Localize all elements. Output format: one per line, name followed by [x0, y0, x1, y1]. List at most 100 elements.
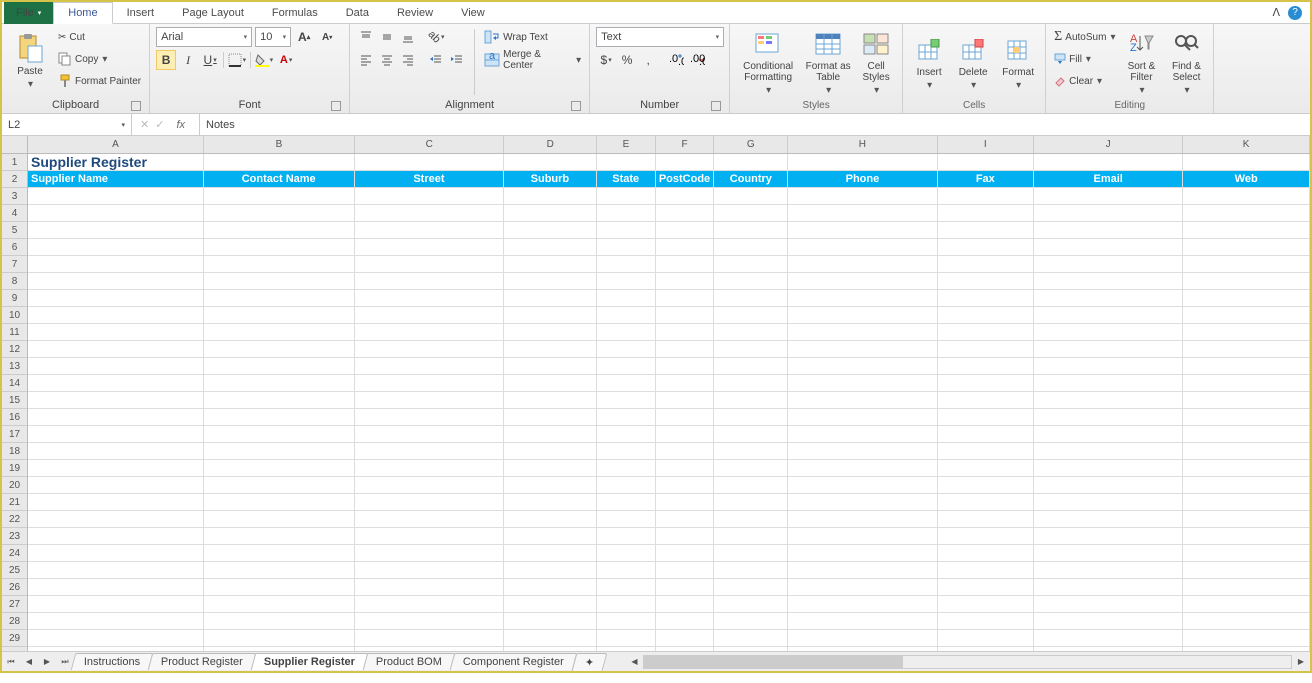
- cell[interactable]: [1034, 494, 1183, 511]
- cell[interactable]: [1183, 290, 1310, 307]
- font-dialog-launcher[interactable]: [331, 101, 341, 111]
- cell[interactable]: [597, 154, 656, 171]
- cell[interactable]: [788, 256, 937, 273]
- cell[interactable]: [355, 443, 504, 460]
- cell[interactable]: [1034, 477, 1183, 494]
- cell[interactable]: [504, 409, 597, 426]
- paste-button[interactable]: Paste▾: [8, 27, 52, 97]
- cell[interactable]: [597, 528, 656, 545]
- cell[interactable]: [656, 613, 715, 630]
- align-left-icon[interactable]: [356, 50, 376, 70]
- cell[interactable]: [504, 562, 597, 579]
- cell[interactable]: [714, 290, 788, 307]
- cell[interactable]: [656, 307, 715, 324]
- cell[interactable]: [714, 460, 788, 477]
- cell[interactable]: [1034, 341, 1183, 358]
- cell[interactable]: [656, 477, 715, 494]
- cell[interactable]: [204, 494, 355, 511]
- cell[interactable]: [1183, 307, 1310, 324]
- cell[interactable]: [355, 494, 504, 511]
- cell[interactable]: [1183, 545, 1310, 562]
- cell[interactable]: [788, 494, 937, 511]
- cell[interactable]: [355, 630, 504, 647]
- cell[interactable]: [355, 154, 504, 171]
- cell[interactable]: Supplier Name: [28, 171, 204, 188]
- cell[interactable]: [1034, 188, 1183, 205]
- cell[interactable]: [28, 273, 204, 290]
- row-header[interactable]: 6: [2, 239, 27, 256]
- column-header[interactable]: I: [938, 136, 1034, 153]
- column-header[interactable]: B: [204, 136, 355, 153]
- insert-cells-button[interactable]: Insert▾: [909, 27, 949, 98]
- cell[interactable]: [204, 239, 355, 256]
- cell[interactable]: [504, 154, 597, 171]
- cell[interactable]: [938, 307, 1035, 324]
- cell[interactable]: [597, 613, 656, 630]
- cell[interactable]: [1183, 562, 1310, 579]
- cell[interactable]: [28, 443, 204, 460]
- sheet-tab[interactable]: Component Register: [450, 653, 577, 670]
- currency-icon[interactable]: $▾: [596, 50, 616, 70]
- increase-decimal-icon[interactable]: .0.00: [666, 50, 686, 70]
- sheet-nav-prev-icon[interactable]: ◀: [20, 653, 38, 671]
- cell[interactable]: [1034, 375, 1183, 392]
- cell[interactable]: [1034, 307, 1183, 324]
- cell[interactable]: [938, 511, 1035, 528]
- cell[interactable]: [1183, 426, 1310, 443]
- cell[interactable]: [1034, 596, 1183, 613]
- cell[interactable]: [204, 222, 355, 239]
- cell[interactable]: [204, 392, 355, 409]
- cell[interactable]: [938, 222, 1035, 239]
- cell[interactable]: [1183, 273, 1310, 290]
- cell[interactable]: [1034, 630, 1183, 647]
- cell[interactable]: [204, 528, 355, 545]
- cell[interactable]: [28, 375, 204, 392]
- column-header[interactable]: H: [788, 136, 937, 153]
- fill-color-button[interactable]: ▾: [254, 50, 274, 70]
- cell[interactable]: [355, 341, 504, 358]
- cell[interactable]: [504, 273, 597, 290]
- cell[interactable]: [656, 511, 715, 528]
- cell-styles-button[interactable]: Cell Styles▾: [856, 27, 896, 98]
- cell[interactable]: [1034, 273, 1183, 290]
- cell[interactable]: [204, 613, 355, 630]
- cell[interactable]: [1183, 460, 1310, 477]
- row-header[interactable]: 8: [2, 273, 27, 290]
- cell[interactable]: [1183, 375, 1310, 392]
- cell[interactable]: [714, 239, 788, 256]
- row-header[interactable]: 2: [2, 171, 27, 188]
- cell[interactable]: [714, 154, 788, 171]
- cell[interactable]: [355, 205, 504, 222]
- row-header[interactable]: 18: [2, 443, 27, 460]
- underline-button[interactable]: U▾: [200, 50, 220, 70]
- cell[interactable]: Street: [355, 171, 504, 188]
- cell[interactable]: [714, 205, 788, 222]
- cell[interactable]: [28, 307, 204, 324]
- row-header[interactable]: 13: [2, 358, 27, 375]
- cell[interactable]: [788, 562, 937, 579]
- cell[interactable]: [355, 358, 504, 375]
- cell[interactable]: [714, 494, 788, 511]
- clipboard-dialog-launcher[interactable]: [131, 101, 141, 111]
- cell[interactable]: [204, 375, 355, 392]
- cell[interactable]: [938, 596, 1035, 613]
- cell[interactable]: [1034, 647, 1183, 651]
- cell[interactable]: [714, 613, 788, 630]
- cell[interactable]: [938, 528, 1035, 545]
- column-header[interactable]: A: [28, 136, 204, 153]
- cell[interactable]: [355, 528, 504, 545]
- cell[interactable]: [504, 188, 597, 205]
- cell[interactable]: [597, 188, 656, 205]
- cell[interactable]: [714, 647, 788, 651]
- cell[interactable]: [1034, 358, 1183, 375]
- cell[interactable]: [355, 460, 504, 477]
- cell[interactable]: [656, 324, 715, 341]
- row-header[interactable]: 29: [2, 630, 27, 647]
- cell[interactable]: [714, 545, 788, 562]
- clear-button[interactable]: Clear▾: [1052, 71, 1117, 91]
- cell[interactable]: [714, 273, 788, 290]
- cell[interactable]: [597, 358, 656, 375]
- cell[interactable]: [204, 290, 355, 307]
- cell[interactable]: [788, 528, 937, 545]
- cell[interactable]: [597, 630, 656, 647]
